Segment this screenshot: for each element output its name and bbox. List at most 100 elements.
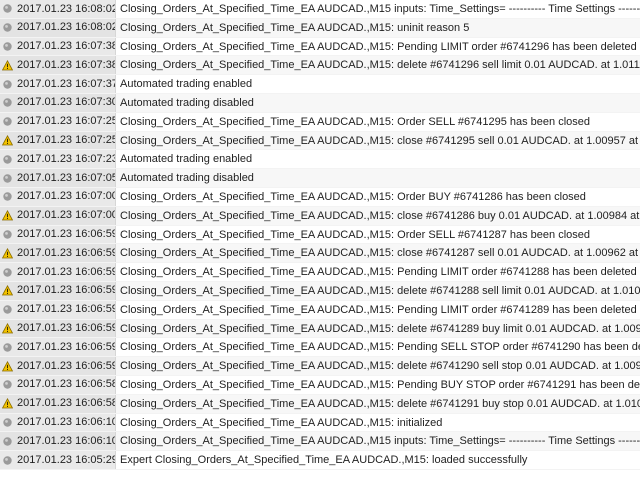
log-row[interactable]: 2017.01.23 16:06:59.710 Closing_Orders_At…	[0, 263, 640, 282]
log-row[interactable]: 2017.01.23 16:06:59.472 Closing_Orders_At…	[0, 319, 640, 339]
info-circle-icon	[2, 41, 13, 52]
log-message: Closing_Orders_At_Specified_Time_EA AUDC…	[120, 115, 591, 128]
log-row[interactable]: 2017.01.23 16:08:02.565 Closing_Orders_At…	[0, 0, 640, 19]
log-message: Closing_Orders_At_Specified_Time_EA AUDC…	[120, 190, 586, 203]
log-message: Automated trading enabled	[120, 153, 253, 166]
warning-triangle-icon	[2, 360, 13, 372]
log-time-cell: 2017.01.23 16:08:02.496	[0, 18, 116, 37]
log-message: Automated trading enabled	[120, 78, 253, 91]
log-time-cell: 2017.01.23 16:06:59.236	[0, 338, 116, 357]
log-message: Closing_Orders_At_Specified_Time_EA AUDC…	[120, 303, 637, 316]
log-time-cell: 2017.01.23 16:07:25.082	[0, 112, 116, 131]
log-row[interactable]: 2017.01.23 16:07:37.724 Automated trading…	[0, 75, 640, 94]
log-timestamp: 2017.01.23 16:06:59.236	[17, 340, 115, 353]
log-timestamp: 2017.01.23 16:07:25.082	[17, 134, 115, 147]
log-timestamp: 2017.01.23 16:06:59.710	[17, 265, 115, 278]
info-circle-icon	[2, 455, 13, 466]
log-timestamp: 2017.01.23 16:07:38.394	[17, 40, 115, 53]
log-row[interactable]: 2017.01.23 16:06:10.029 Closing_Orders_At…	[0, 432, 640, 452]
log-message: Automated trading disabled	[120, 172, 254, 185]
log-row[interactable]: 2017.01.23 16:06:59.236 Closing_Orders_At…	[0, 357, 640, 376]
log-message: Closing_Orders_At_Specified_Time_EA AUDC…	[120, 341, 640, 354]
log-timestamp: 2017.01.23 16:07:38.394	[17, 58, 115, 71]
log-message: Closing_Orders_At_Specified_Time_EA AUDC…	[120, 228, 591, 241]
info-circle-icon	[2, 342, 13, 353]
log-time-cell: 2017.01.23 16:07:00.226	[0, 187, 116, 206]
log-message: Closing_Orders_At_Specified_Time_EA AUDC…	[120, 59, 640, 72]
log-time-cell: 2017.01.23 16:07:05.550	[0, 169, 116, 187]
log-time-cell: 2017.01.23 16:07:25.082	[0, 131, 116, 150]
log-timestamp: 2017.01.23 16:08:02.496	[17, 21, 115, 34]
log-timestamp: 2017.01.23 16:07:05.550	[17, 171, 115, 184]
log-row[interactable]: 2017.01.23 16:08:02.496 Closing_Orders_At…	[0, 18, 640, 38]
journal-log: 2017.01.23 16:08:02.565 Closing_Orders_At…	[0, 0, 640, 480]
info-circle-icon	[2, 191, 13, 202]
log-message: Closing_Orders_At_Specified_Time_EA AUDC…	[120, 397, 640, 410]
log-row[interactable]: 2017.01.23 16:05:29.913 Expert Closing_Or…	[0, 451, 640, 470]
info-circle-icon	[2, 154, 13, 165]
log-message: Closing_Orders_At_Specified_Time_EA AUDC…	[120, 378, 640, 391]
log-time-cell: 2017.01.23 16:05:29.913	[0, 451, 116, 469]
log-time-cell: 2017.01.23 16:06:58.987	[0, 394, 116, 413]
log-message: Expert Closing_Orders_At_Specified_Time_…	[120, 454, 528, 467]
log-message: Closing_Orders_At_Specified_Time_EA AUDC…	[120, 435, 640, 448]
info-circle-icon	[2, 379, 13, 390]
warning-triangle-icon	[2, 247, 13, 259]
log-message: Closing_Orders_At_Specified_Time_EA AUDC…	[120, 284, 640, 297]
log-row[interactable]: 2017.01.23 16:06:58.987 Closing_Orders_At…	[0, 394, 640, 414]
info-circle-icon	[2, 417, 13, 428]
log-time-cell: 2017.01.23 16:07:37.724	[0, 75, 116, 93]
log-timestamp: 2017.01.23 16:06:10.029	[17, 434, 115, 447]
log-row[interactable]: 2017.01.23 16:07:38.394 Closing_Orders_At…	[0, 37, 640, 57]
log-timestamp: 2017.01.23 16:06:59.236	[17, 359, 115, 372]
log-time-cell: 2017.01.23 16:08:02.565	[0, 0, 116, 18]
log-timestamp: 2017.01.23 16:07:23.193	[17, 152, 115, 165]
warning-triangle-icon	[2, 285, 13, 296]
info-circle-icon	[2, 79, 13, 90]
log-time-cell: 2017.01.23 16:06:59.957	[0, 225, 116, 244]
log-message: Closing_Orders_At_Specified_Time_EA AUDC…	[120, 247, 640, 260]
info-circle-icon	[2, 97, 13, 108]
log-row[interactable]: 2017.01.23 16:06:59.710 Closing_Orders_At…	[0, 281, 640, 301]
log-timestamp: 2017.01.23 16:06:59.957	[17, 228, 115, 241]
log-message: Closing_Orders_At_Specified_Time_EA AUDC…	[120, 3, 640, 15]
info-circle-icon	[2, 304, 13, 315]
log-timestamp: 2017.01.23 16:07:00.226	[17, 190, 115, 203]
log-row[interactable]: 2017.01.23 16:06:58.987 Closing_Orders_At…	[0, 375, 640, 395]
log-time-cell: 2017.01.23 16:06:59.236	[0, 357, 116, 375]
log-row[interactable]: 2017.01.23 16:07:30.456 Automated trading…	[0, 93, 640, 113]
log-row[interactable]: 2017.01.23 16:07:23.193 Automated trading…	[0, 150, 640, 170]
log-row[interactable]: 2017.01.23 16:07:38.394 Closing_Orders_At…	[0, 56, 640, 76]
log-timestamp: 2017.01.23 16:06:59.710	[17, 284, 115, 297]
log-row[interactable]: 2017.01.23 16:06:10.577 Closing_Orders_At…	[0, 413, 640, 433]
log-timestamp: 2017.01.23 16:07:30.456	[17, 96, 115, 109]
log-row[interactable]: 2017.01.23 16:06:59.236 Closing_Orders_At…	[0, 338, 640, 358]
log-time-cell: 2017.01.23 16:06:59.472	[0, 319, 116, 338]
log-time-cell: 2017.01.23 16:07:38.394	[0, 37, 116, 56]
log-row[interactable]: 2017.01.23 16:07:25.082 Closing_Orders_At…	[0, 131, 640, 151]
log-row[interactable]: 2017.01.23 16:06:59.957 Closing_Orders_At…	[0, 244, 640, 264]
info-circle-icon	[2, 3, 13, 14]
log-time-cell: 2017.01.23 16:06:59.472	[0, 300, 116, 319]
log-message: Closing_Orders_At_Specified_Time_EA AUDC…	[120, 322, 640, 335]
journal-rows: 2017.01.23 16:08:02.565 Closing_Orders_At…	[0, 0, 640, 470]
log-time-cell: 2017.01.23 16:06:10.577	[0, 413, 116, 432]
log-timestamp: 2017.01.23 16:07:25.082	[17, 115, 115, 128]
log-row[interactable]: 2017.01.23 16:06:59.957 Closing_Orders_At…	[0, 225, 640, 245]
log-row[interactable]: 2017.01.23 16:07:05.550 Automated trading…	[0, 169, 640, 188]
info-circle-icon	[2, 436, 13, 447]
info-circle-icon	[2, 267, 13, 278]
log-time-cell: 2017.01.23 16:07:23.193	[0, 150, 116, 169]
log-message: Closing_Orders_At_Specified_Time_EA AUDC…	[120, 209, 640, 222]
log-timestamp: 2017.01.23 16:07:00.226	[17, 209, 115, 222]
log-row[interactable]: 2017.01.23 16:06:59.472 Closing_Orders_At…	[0, 300, 640, 320]
log-message: Closing_Orders_At_Specified_Time_EA AUDC…	[120, 416, 443, 429]
log-row[interactable]: 2017.01.23 16:07:25.082 Closing_Orders_At…	[0, 112, 640, 132]
log-time-cell: 2017.01.23 16:06:59.710	[0, 281, 116, 300]
warning-triangle-icon	[2, 398, 13, 409]
log-timestamp: 2017.01.23 16:06:58.987	[17, 378, 115, 391]
log-message: Automated trading disabled	[120, 96, 254, 109]
log-row[interactable]: 2017.01.23 16:07:00.226 Closing_Orders_At…	[0, 187, 640, 207]
log-row[interactable]: 2017.01.23 16:07:00.226 Closing_Orders_At…	[0, 206, 640, 226]
log-time-cell: 2017.01.23 16:06:10.029	[0, 432, 116, 451]
